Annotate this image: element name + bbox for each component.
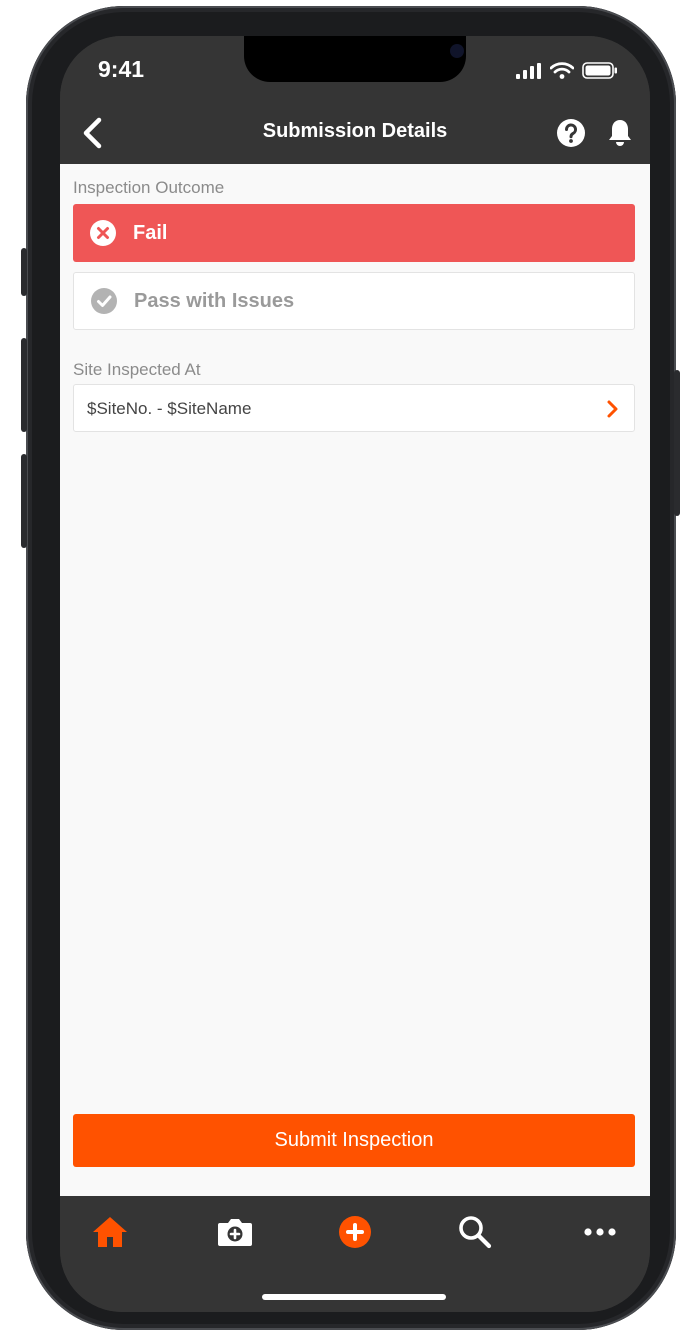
volume-down-button [21, 454, 27, 548]
outcome-option-label: Pass with Issues [134, 289, 295, 312]
bell-icon [609, 120, 631, 146]
wifi-icon [550, 62, 574, 79]
outcome-option-pass-with-issues[interactable]: Pass with Issues [73, 272, 635, 330]
tab-search[interactable] [455, 1212, 495, 1252]
status-time: 9:41 [98, 56, 145, 82]
search-icon [459, 1216, 492, 1249]
signal-icon [516, 62, 541, 79]
tab-bar [60, 1196, 650, 1312]
app-screen: 9:41 Submission Details Inspection Outco… [60, 36, 650, 1312]
outcome-option-label: Fail [133, 221, 168, 244]
site-inspected-label: Site Inspected At [73, 360, 201, 379]
chevron-right-icon [607, 400, 618, 418]
site-value: $SiteNo. - $SiteName [87, 399, 252, 418]
more-icon [584, 1228, 616, 1236]
status-icons [516, 62, 618, 79]
submit-inspection-button[interactable]: Submit Inspection [73, 1114, 635, 1167]
home-indicator [262, 1294, 446, 1300]
site-selector[interactable]: $SiteNo. - $SiteName [73, 384, 635, 432]
tab-home[interactable] [90, 1212, 130, 1252]
volume-up-button [21, 338, 27, 432]
navigation-bar: Submission Details [60, 102, 650, 164]
outcome-option-fail[interactable]: Fail [73, 204, 635, 262]
x-circle-icon [90, 220, 116, 246]
tab-more[interactable] [580, 1212, 620, 1252]
help-button[interactable] [556, 118, 586, 148]
power-button [674, 370, 680, 516]
silent-switch [21, 248, 27, 296]
notifications-button[interactable] [606, 118, 634, 148]
add-icon [339, 1216, 371, 1248]
home-icon [93, 1217, 127, 1247]
check-circle-icon [91, 288, 117, 314]
camera-icon [218, 1219, 252, 1246]
tab-add[interactable] [335, 1212, 375, 1252]
battery-icon [582, 62, 617, 79]
inspection-outcome-label: Inspection Outcome [73, 178, 225, 197]
front-camera [450, 44, 464, 58]
status-bar: 9:41 [60, 36, 650, 102]
notch [244, 36, 466, 82]
content-area: Inspection Outcome Fail Pass with Issues… [60, 164, 650, 1196]
help-icon [557, 119, 585, 147]
tab-camera[interactable] [215, 1212, 255, 1252]
